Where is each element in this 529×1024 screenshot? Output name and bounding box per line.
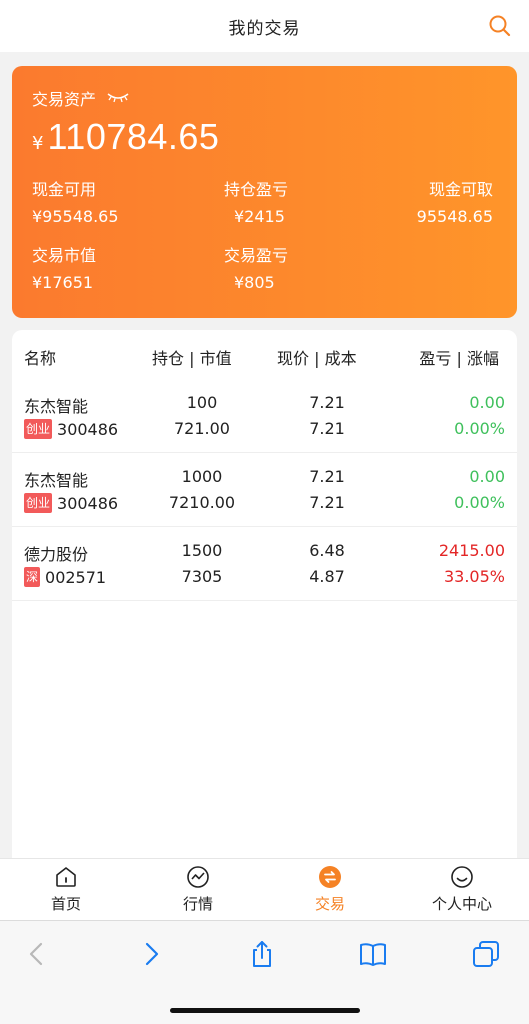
- top-bar: 我的交易: [0, 0, 529, 52]
- holdings-table: 名称 持仓 | 市值 现价 | 成本 盈亏 | 涨幅 东杰智能 创业 30048…: [12, 330, 517, 870]
- tab-market[interactable]: 行情: [148, 865, 248, 914]
- tabs-icon[interactable]: [471, 939, 501, 969]
- smile-icon: [451, 866, 473, 888]
- tab-market-label: 行情: [182, 895, 213, 913]
- stock-name: 东杰智能: [24, 397, 89, 416]
- header-name: 名称: [24, 349, 57, 368]
- cash-withdrawable: 现金可取 95548.65: [417, 176, 493, 226]
- header-hold-value: 持仓 | 市值: [152, 349, 232, 368]
- cash-available-value: ¥95548.65: [32, 207, 119, 226]
- tab-profile-label: 个人中心: [431, 895, 492, 913]
- search-icon[interactable]: [487, 13, 513, 39]
- table-header: 名称 持仓 | 市值 现价 | 成本 盈亏 | 涨幅: [12, 330, 517, 380]
- change-pct: 0.00%: [454, 419, 505, 438]
- profit-loss: 0.00: [469, 393, 505, 412]
- market-value: 7210.00: [168, 493, 236, 512]
- eye-closed-icon[interactable]: [106, 91, 130, 105]
- stock-code-line: 深 002571: [24, 567, 106, 587]
- hold-qty: 1500: [181, 541, 223, 560]
- hold-qty: 100: [186, 393, 218, 412]
- tab-home[interactable]: 首页: [16, 865, 116, 914]
- header-pl-pct: 盈亏 | 涨幅: [419, 349, 499, 368]
- stock-name: 德力股份: [24, 545, 89, 564]
- market-value: 721.00: [174, 419, 230, 438]
- tab-trade-label: 交易: [314, 895, 345, 913]
- header-price-cost: 现价 | 成本: [277, 349, 357, 368]
- cost-price: 4.87: [309, 567, 345, 586]
- change-pct: 0.00%: [454, 493, 505, 512]
- asset-label: 交易资产: [32, 90, 97, 109]
- board-tag: 深: [24, 567, 41, 587]
- back-icon[interactable]: [22, 939, 52, 969]
- current-price: 7.21: [309, 467, 345, 486]
- board-tag: 创业: [24, 419, 53, 439]
- asset-label-row: 交易资产: [32, 86, 130, 110]
- stock-code-line: 创业 300486: [24, 493, 118, 513]
- board-tag: 创业: [24, 493, 53, 513]
- tab-bar: 首页 行情 交易 个人中心: [0, 858, 529, 920]
- cost-price: 7.21: [309, 419, 345, 438]
- stock-name: 东杰智能: [24, 471, 89, 490]
- currency-symbol: ¥: [32, 133, 44, 154]
- profit-loss: 0.00: [469, 467, 505, 486]
- tab-home-label: 首页: [50, 895, 81, 913]
- position-pl-label: 持仓盈亏: [224, 180, 289, 199]
- position-pl-value: ¥2415: [234, 207, 285, 226]
- hold-qty: 1000: [181, 467, 223, 486]
- cash-available-label: 现金可用: [32, 180, 97, 199]
- total-assets-value: 110784.65: [47, 116, 220, 157]
- home-indicator: [170, 1008, 360, 1013]
- trade-pl: 交易盈亏 ¥805: [224, 242, 288, 292]
- profit-loss: 2415.00: [438, 541, 505, 560]
- total-assets: ¥ 110784.65: [32, 116, 219, 158]
- share-icon[interactable]: [247, 939, 277, 969]
- stock-code: 300486: [57, 493, 119, 513]
- trend-icon: [187, 866, 209, 888]
- current-price: 6.48: [309, 541, 345, 560]
- cash-withdrawable-value: 95548.65: [416, 207, 493, 226]
- trade-pl-label: 交易盈亏: [224, 246, 289, 265]
- stock-code-line: 创业 300486: [24, 419, 118, 439]
- asset-summary-card: 交易资产 ¥ 110784.65 现金可用 ¥95548.65 持仓盈亏 ¥24…: [12, 66, 517, 318]
- change-pct: 33.05%: [443, 567, 505, 586]
- cost-price: 7.21: [309, 493, 345, 512]
- market-value: 交易市值 ¥17651: [32, 242, 96, 292]
- table-row[interactable]: 东杰智能 创业 300486 100 721.00 7.21 7.21 0.00…: [12, 380, 517, 453]
- page-title: 我的交易: [228, 18, 301, 39]
- market-value: 7305: [181, 567, 223, 586]
- market-value-value: ¥17651: [32, 273, 94, 292]
- current-price: 7.21: [309, 393, 345, 412]
- position-pl: 持仓盈亏 ¥2415: [224, 176, 288, 226]
- market-value-label: 交易市值: [32, 246, 97, 265]
- cash-available: 现金可用 ¥95548.65: [32, 176, 119, 226]
- trade-pl-value: ¥805: [234, 273, 275, 292]
- table-row[interactable]: 东杰智能 创业 300486 1000 7210.00 7.21 7.21 0.…: [12, 454, 517, 527]
- tab-profile[interactable]: 个人中心: [412, 865, 512, 914]
- forward-icon[interactable]: [136, 939, 166, 969]
- table-row[interactable]: 德力股份 深 002571 1500 7305 6.48 4.87 2415.0…: [12, 528, 517, 601]
- cash-withdrawable-label: 现金可取: [428, 180, 493, 199]
- stock-code: 002571: [45, 567, 107, 587]
- tab-trade[interactable]: 交易: [280, 865, 380, 914]
- stock-code: 300486: [57, 419, 119, 439]
- home-icon: [56, 867, 76, 887]
- exchange-icon: [319, 866, 341, 888]
- bookmarks-icon[interactable]: [358, 939, 388, 969]
